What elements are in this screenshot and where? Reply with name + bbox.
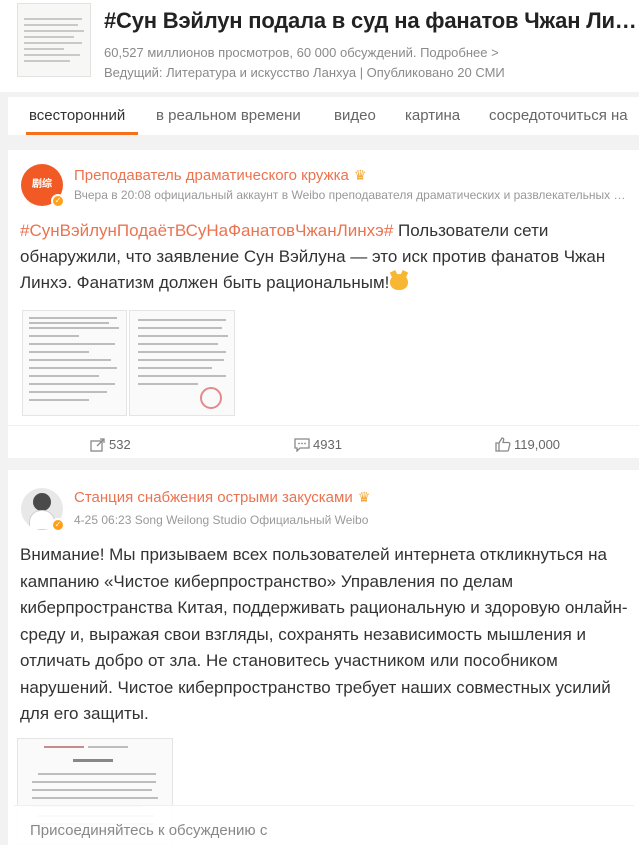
verified-badge-icon: ✓ xyxy=(51,194,65,208)
topic-header: #Сун Вэйлун подала в суд на фанатов Чжан… xyxy=(0,0,639,92)
hashtag-link[interactable]: #СунВэйлунПодаётВСуНаФанатовЧжанЛинхэ# xyxy=(20,221,393,240)
crown-icon: ♛ xyxy=(353,167,367,183)
topic-title: #Сун Вэйлун подала в суд на фанатов Чжан… xyxy=(104,8,639,33)
thumbs-up-icon xyxy=(495,437,511,452)
verified-badge-icon: ✓ xyxy=(51,518,65,532)
post-author[interactable]: Преподаватель драматического кружка ♛ xyxy=(74,167,366,184)
post-image[interactable] xyxy=(129,310,235,416)
like-button[interactable]: 119,000 xyxy=(495,437,560,452)
comment-compose-bar: Присоединяйтесь к обсуждению с xyxy=(14,805,634,845)
divider xyxy=(8,425,639,426)
post-author[interactable]: Станция снабжения острыми закусками ♛ xyxy=(74,489,370,506)
post-card: ✓ Станция снабжения острыми закусками ♛ 4… xyxy=(8,470,639,845)
active-tab-indicator xyxy=(26,132,138,135)
repost-icon xyxy=(90,438,105,452)
post-image[interactable] xyxy=(22,310,127,416)
tab-realtime[interactable]: в реальном времени xyxy=(156,107,301,124)
repost-button[interactable]: 532 xyxy=(90,437,131,452)
comment-icon xyxy=(294,438,310,453)
tab-bar: всесторонний в реальном времени видео ка… xyxy=(8,97,639,135)
comment-button[interactable]: 4931 xyxy=(294,437,342,453)
post-timestamp-source: 4-25 06:23 Song Weilong Studio Официальн… xyxy=(74,513,369,527)
post-text: Внимание! Мы призываем всех пользователе… xyxy=(20,545,628,723)
shiba-emoji-icon xyxy=(390,274,409,290)
post-timestamp-source: Вчера в 20:08 официальный аккаунт в Weib… xyxy=(74,188,629,202)
tab-video[interactable]: видео xyxy=(334,107,376,124)
topic-stats[interactable]: 60,527 миллионов просмотров, 60 000 обсу… xyxy=(104,45,499,60)
post-card: 剧综 ✓ Преподаватель драматического кружка… xyxy=(8,150,639,458)
comment-input[interactable]: Присоединяйтесь к обсуждению с xyxy=(30,822,267,839)
topic-thumbnail[interactable] xyxy=(17,3,91,77)
crown-icon: ♛ xyxy=(357,489,371,505)
tab-following[interactable]: сосредоточиться на xyxy=(489,107,628,124)
post-text: #СунВэйлунПодаётВСуНаФанатовЧжанЛинхэ# П… xyxy=(20,221,606,292)
topic-host: Ведущий: Литература и искусство Ланхуа |… xyxy=(104,65,505,80)
tab-picture[interactable]: картина xyxy=(405,107,460,124)
tab-comprehensive[interactable]: всесторонний xyxy=(29,107,125,124)
